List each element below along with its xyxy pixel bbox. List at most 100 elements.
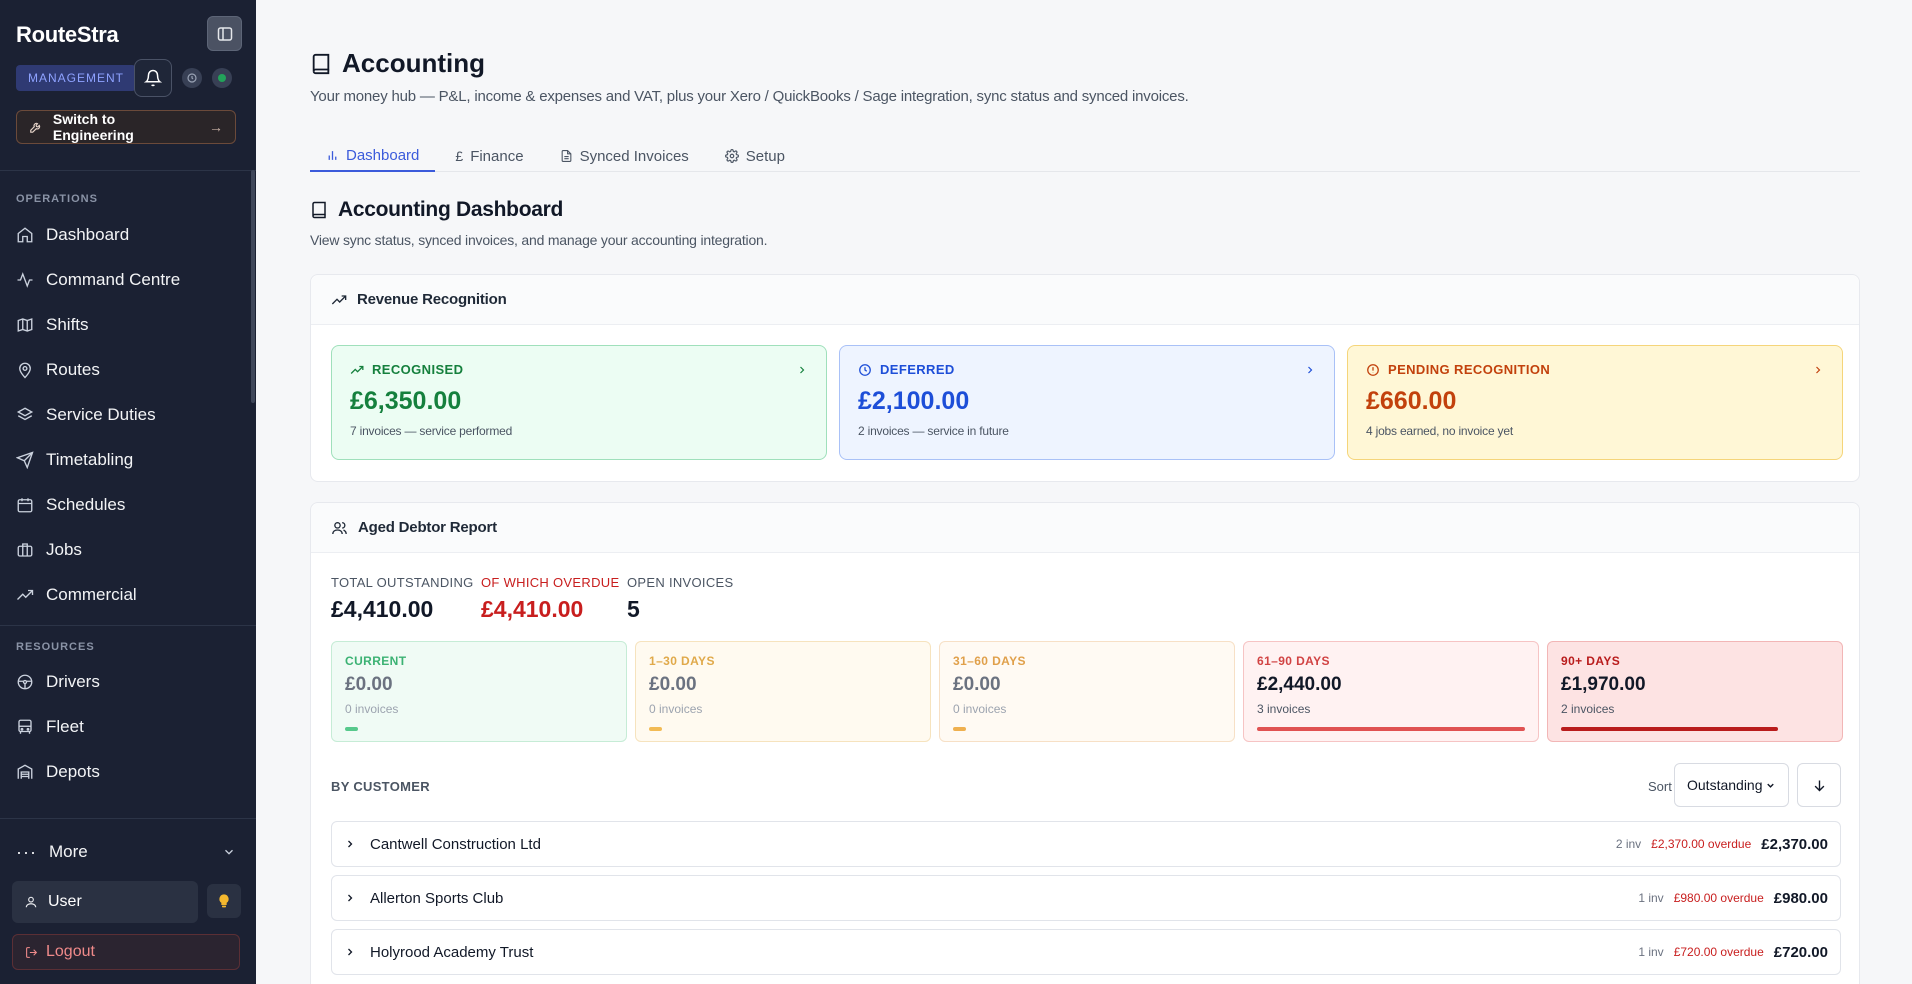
sidebar-item-fleet[interactable]: Fleet [16,709,236,745]
map-pin-icon [19,362,31,379]
chevron-down-icon [1767,783,1774,788]
file-icon [561,150,571,162]
briefcase-icon [17,543,33,557]
sidebar-item-label: Depots [46,762,100,781]
pending-label: PENDING RECOGNITION [1388,362,1551,377]
overdue-value: £4,410.00 [481,596,584,622]
by-customer-heading: BY CUSTOMER [331,779,430,794]
brand-logo[interactable]: RouteStra [16,22,119,48]
clock-status-icon[interactable] [182,68,202,88]
warehouse-icon [17,764,33,779]
recognised-label: RECOGNISED [372,362,464,377]
total-outstanding-value: £4,410.00 [331,596,434,622]
recognised-card[interactable]: RECOGNISED £6,350.00 7 invoices — servic… [331,345,827,460]
bucket-61-90-days[interactable]: 61–90 DAYS £2,440.00 3 invoices [1243,641,1539,742]
bucket-count: 2 invoices [1561,702,1615,716]
sidebar-scrollbar[interactable] [251,170,255,403]
sidebar-item-dashboard[interactable]: Dashboard [16,217,236,253]
online-status-icon[interactable] [212,68,232,88]
steering-wheel-icon [17,674,33,690]
open-invoices: OPEN INVOICES 5 [627,575,733,623]
book-icon [312,201,326,219]
revenue-recognition-panel: Revenue Recognition RECOGNISED £6,350.00… [310,274,1860,482]
logout-label: Logout [46,943,95,960]
deferred-card[interactable]: DEFERRED £2,100.00 2 invoices — service … [839,345,1335,460]
bucket-31-60-days[interactable]: 31–60 DAYS £0.00 0 invoices [939,641,1235,742]
bucket-1-30-days[interactable]: 1–30 DAYS £0.00 0 invoices [635,641,931,742]
switch-engineering-button[interactable]: Switch to Engineering → [16,110,236,144]
panel-left-icon [217,26,232,41]
sidebar-item-schedules[interactable]: Schedules [16,487,236,523]
tab-finance[interactable]: £ Finance [439,140,539,172]
home-icon [17,227,33,243]
user-button[interactable]: User [12,881,198,923]
customer-row[interactable]: Holyrood Academy Trust 1 inv £720.00 ove… [331,929,1841,975]
customer-invoice-count: 1 inv [1638,891,1664,905]
customer-summary: 2 inv £2,370.00 overdue £2,370.00 [1616,836,1828,853]
role-badge: MANAGEMENT [16,65,137,91]
revenue-panel-title: Revenue Recognition [357,291,507,308]
bucket-90-plus-days[interactable]: 90+ DAYS £1,970.00 2 invoices [1547,641,1843,742]
sidebar-item-service-duties[interactable]: Service Duties [16,397,236,433]
trending-up-icon [350,365,364,374]
customer-name: Allerton Sports Club [370,889,504,907]
recognised-label-row: RECOGNISED [350,362,808,377]
bucket-label: 1–30 DAYS [649,654,715,668]
customer-row[interactable]: Allerton Sports Club 1 inv £980.00 overd… [331,875,1841,921]
tab-setup[interactable]: Setup [709,140,801,172]
logout-icon [26,946,38,958]
bucket-label: 90+ DAYS [1561,654,1621,668]
sidebar-item-timetabling[interactable]: Timetabling [16,442,236,478]
customer-invoice-count: 2 inv [1615,837,1642,851]
total-outstanding-label: TOTAL OUTSTANDING [331,575,474,590]
bar-chart-icon [328,150,337,160]
layers-icon [16,407,34,421]
sidebar-item-label: Commercial [46,585,137,604]
logout-button[interactable]: Logout [12,934,240,970]
bucket-amount: £0.00 [345,674,393,695]
pending-recognition-card[interactable]: PENDING RECOGNITION £660.00 4 jobs earne… [1347,345,1843,460]
notifications-button[interactable] [134,59,172,97]
sidebar-item-depots[interactable]: Depots [16,754,236,790]
wrench-icon [30,122,41,133]
chevron-right-icon [800,366,805,373]
more-menu-button[interactable]: ··· More [16,838,236,866]
page-subtitle: Your money hub — P&L, income & expenses … [310,88,1189,105]
sidebar-item-routes[interactable]: Routes [16,352,236,388]
sort-direction-button[interactable] [1797,763,1841,807]
bucket-amount: £1,970.00 [1561,674,1646,695]
send-icon [16,451,34,469]
tab-synced-invoices[interactable]: Synced Invoices [544,140,705,172]
bucket-label: 31–60 DAYS [953,654,1026,668]
dashboard-title: Accounting Dashboard [310,198,563,222]
sidebar-item-label: Fleet [46,717,84,736]
tab-label: Dashboard [346,146,420,164]
sidebar-item-jobs[interactable]: Jobs [16,532,236,568]
bucket-count: 0 invoices [953,702,1007,716]
trending-up-icon [331,294,347,304]
revenue-panel-header: Revenue Recognition [311,275,1859,325]
deferred-label: DEFERRED [880,362,955,377]
bucket-bar [1561,727,1778,731]
bucket-current[interactable]: CURRENT £0.00 0 invoices [331,641,627,742]
dashboard-subtitle: View sync status, synced invoices, and m… [310,232,768,248]
sidebar-item-commercial[interactable]: Commercial [16,577,236,613]
customer-overdue: £2,370.00 overdue [1651,837,1752,851]
sidebar-item-label: Routes [46,360,100,379]
page-title-text: Accounting [342,48,485,78]
sidebar-item-drivers[interactable]: Drivers [16,664,236,700]
chevron-right-icon [348,894,353,902]
deferred-label-row: DEFERRED [858,362,1316,377]
tab-dashboard[interactable]: Dashboard [310,140,436,172]
sort-select[interactable]: Outstanding [1674,763,1789,807]
customer-overdue: £980.00 overdue [1673,891,1764,905]
tips-button[interactable] [207,884,241,918]
sidebar-item-command-centre[interactable]: Command Centre [16,262,236,298]
users-icon [332,521,347,534]
bucket-count: 0 invoices [649,702,703,716]
sidebar-item-shifts[interactable]: Shifts [16,307,236,343]
chevron-right-icon [1308,366,1313,373]
sidebar-collapse-button[interactable] [207,16,242,51]
customer-overdue: £720.00 overdue [1673,945,1764,959]
customer-row[interactable]: Cantwell Construction Ltd 2 inv £2,370.0… [331,821,1841,867]
